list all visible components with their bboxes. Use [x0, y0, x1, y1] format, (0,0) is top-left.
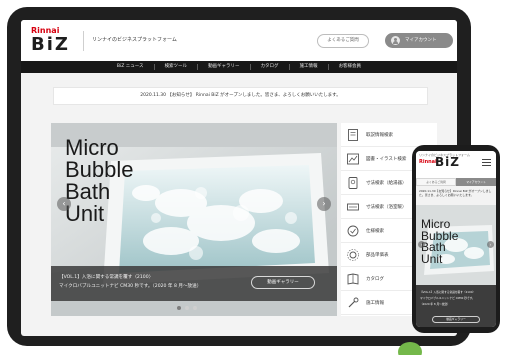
faq-button[interactable]: よくあるご質問: [317, 34, 369, 48]
side-item-label: 寸法検索（給湯器）: [366, 180, 407, 186]
tablet-device: Rinnai BiZ リンナイのビジネスプラットフォーム よくあるご質問 マイア…: [7, 7, 471, 346]
catalog-icon: [347, 273, 359, 285]
hero-carousel[interactable]: Micro Bubble Bath Unit ‹ › 【VOL.1】入浴に関する…: [51, 123, 337, 316]
hero-title-line: Bath: [65, 179, 111, 204]
nav-item-catalog[interactable]: カタログ: [249, 64, 289, 70]
phone-caption-line: マイクロバブルユニットナビ CM30 秒です。: [420, 296, 475, 300]
phone-button-row: よくあるご質問 マイアカウント: [416, 178, 496, 186]
side-item-manual-search[interactable]: 取説情報検索: [341, 123, 437, 147]
phone-hero-title: Micro Bubble Bath Unit: [421, 218, 458, 266]
phone-caption: 【VOL.1】入浴に関する常識を覆す〈2100〉 マイクロバブルユニットナビ C…: [416, 285, 496, 327]
hero-title-line: Micro: [65, 135, 119, 160]
nav-item-members[interactable]: お客様会員: [327, 64, 372, 70]
phone-carousel-prev-arrow[interactable]: ‹: [418, 241, 425, 248]
hero-caption-line: 【VOL.1】入浴に関する常識を覆す〈2100〉: [59, 275, 154, 280]
header-divider: [83, 31, 84, 51]
phone-caption-line: 【VOL.1】入浴に関する常識を覆す〈2100〉: [420, 290, 476, 294]
carousel-dots: [177, 306, 197, 310]
hero-title-line: Unit: [65, 201, 105, 226]
site-tagline: リンナイのビジネスプラットフォーム: [92, 37, 177, 43]
site-header: Rinnai BiZ リンナイのビジネスプラットフォーム よくあるご質問 マイア…: [21, 20, 457, 61]
hero-caption-line: マイクロバブルユニットナビ CM30 秒です。（2020 年 8 月〜放送）: [59, 284, 202, 289]
hero-caption-bar: 【VOL.1】入浴に関する常識を覆す〈2100〉 マイクロバブルユニットナビ C…: [51, 266, 337, 301]
drawing-icon: [347, 153, 359, 164]
nav-item-biz-news[interactable]: BiZ ニュース: [107, 64, 154, 70]
side-item-label: 寸法検索（浴室暖）: [366, 204, 407, 210]
side-item-label: 施工情報: [366, 300, 384, 306]
my-account-button[interactable]: マイアカウント: [385, 33, 453, 48]
user-icon: [391, 36, 400, 45]
nav-item-video-gallery[interactable]: 動画ギャラリー: [197, 64, 250, 70]
side-item-label: 部品単価表: [366, 252, 389, 258]
rinnai-biz-logo[interactable]: Rinnai BiZ: [31, 26, 79, 55]
phone-logo-biz[interactable]: BiZ: [435, 155, 460, 169]
book-icon: [348, 128, 358, 141]
carousel-prev-arrow[interactable]: ‹: [57, 197, 71, 211]
phone-header: リンナイのビジネスプラットフォーム Rinnai BiZ: [416, 151, 496, 178]
side-item-label: カタログ: [366, 276, 384, 282]
green-accent-decoration: [398, 342, 422, 355]
notice-banner[interactable]: 2020.11.30 【お知らせ】 Rinnai BiZ がオープンしました。皆…: [53, 87, 428, 105]
hero-title-line: Bubble: [65, 157, 134, 182]
side-item-label: 取説情報検索: [366, 132, 393, 138]
phone-video-gallery-button[interactable]: 動画ギャラリー: [432, 316, 480, 323]
phone-notice[interactable]: 2020.11.30【お知らせ】Rinnai BiZ がオープンしました。皆さま…: [419, 189, 493, 198]
carousel-dot[interactable]: [185, 306, 189, 310]
logo-biz-text: BiZ: [31, 34, 70, 55]
spec-icon: [347, 225, 359, 236]
carousel-dot[interactable]: [177, 306, 181, 310]
parts-icon: [347, 248, 359, 261]
my-account-label: マイアカウント: [405, 38, 437, 43]
nav-item-search-tools[interactable]: 検索ツール: [153, 64, 198, 70]
side-item-label: 仕様検索: [366, 228, 384, 234]
phone-carousel-next-arrow[interactable]: ›: [487, 241, 494, 248]
carousel-next-arrow[interactable]: ›: [317, 197, 331, 211]
phone-hero-title-line: Unit: [421, 251, 443, 266]
video-gallery-button[interactable]: 動画ギャラリー: [251, 276, 315, 289]
nav-item-construction-info[interactable]: 施工情報: [288, 64, 328, 70]
phone-device: リンナイのビジネスプラットフォーム Rinnai BiZ よくあるご質問 マイア…: [412, 145, 500, 333]
side-item-label: 図書・イラスト検索: [366, 156, 407, 162]
bath-heater-icon: [347, 203, 359, 210]
tools-icon: [348, 297, 359, 307]
phone-faq-button[interactable]: よくあるご質問: [416, 178, 456, 186]
phone-account-button[interactable]: マイアカウント: [456, 178, 496, 186]
phone-caption-line: （2020 年 8 月〜放送）: [420, 302, 450, 306]
global-nav: BiZ ニュース 検索ツール 動画ギャラリー カタログ 施工情報 お客様会員: [21, 61, 457, 73]
water-heater-icon: [348, 176, 358, 189]
phone-screen: リンナイのビジネスプラットフォーム Rinnai BiZ よくあるご質問 マイア…: [416, 151, 496, 327]
hamburger-menu-icon[interactable]: [482, 159, 491, 166]
phone-hero[interactable]: Micro Bubble Bath Unit ‹ ›: [416, 205, 496, 285]
carousel-dot[interactable]: [193, 306, 197, 310]
tablet-screen: Rinnai BiZ リンナイのビジネスプラットフォーム よくあるご質問 マイア…: [21, 20, 457, 336]
hero-title: Micro Bubble Bath Unit: [65, 137, 225, 225]
